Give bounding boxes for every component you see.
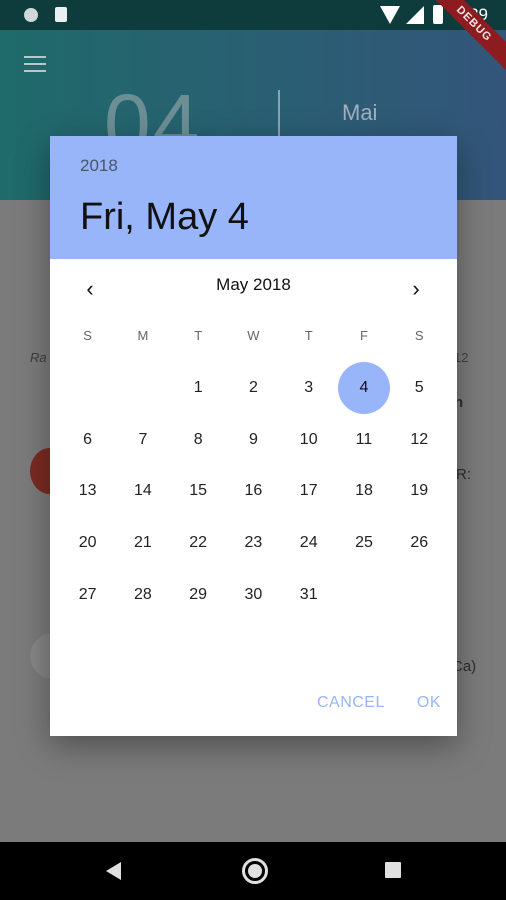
calendar-day[interactable]: 5 <box>392 362 447 414</box>
calendar-day[interactable]: 3 <box>281 362 336 414</box>
ok-button[interactable]: OK <box>401 686 457 722</box>
next-month-button[interactable]: › <box>401 274 431 304</box>
calendar-week-row: 6 7 8 9 10 11 12 <box>60 414 447 466</box>
status-bar: 3:39 <box>0 0 506 30</box>
wifi-icon <box>380 6 400 24</box>
background-month: Mai <box>342 100 378 125</box>
calendar-day[interactable]: 8 <box>171 414 226 466</box>
calendar-day[interactable]: 16 <box>226 465 281 517</box>
calendar-day[interactable]: 28 <box>115 569 170 621</box>
calendar-grid: 1 2 3 4 5 6 7 8 9 10 11 12 13 14 15 16 17 18 19 20 21 22 23 24 2… <box>60 362 447 620</box>
weekday-label: F <box>359 328 368 343</box>
dialog-header: 2018 Fri, May 4 <box>50 136 457 259</box>
menu-icon[interactable] <box>24 56 46 72</box>
calendar-day[interactable]: 11 <box>336 414 391 466</box>
year-selector[interactable]: 2018 <box>80 156 118 176</box>
weekday-header: SMTWTFS <box>60 328 447 343</box>
calendar-day[interactable]: 13 <box>60 465 115 517</box>
notification-icon <box>24 8 38 22</box>
calendar-day[interactable]: 15 <box>171 465 226 517</box>
calendar-week-row: 27 28 29 30 31 <box>60 569 447 621</box>
weekday-label: M <box>137 328 149 343</box>
weekday-label: S <box>414 328 424 343</box>
calendar-day[interactable]: 19 <box>392 465 447 517</box>
calendar-day[interactable]: 9 <box>226 414 281 466</box>
recent-apps-icon[interactable] <box>385 862 401 878</box>
calendar-day-selected[interactable]: 4 <box>336 362 391 414</box>
signal-icon <box>406 6 424 24</box>
selected-date-label: Fri, May 4 <box>80 196 249 238</box>
weekday-label: S <box>83 328 92 343</box>
calendar-day[interactable]: 25 <box>336 517 391 569</box>
calendar-day[interactable]: 24 <box>281 517 336 569</box>
calendar-empty-cell <box>336 569 391 621</box>
calendar-day[interactable]: 14 <box>115 465 170 517</box>
calendar-day[interactable]: 26 <box>392 517 447 569</box>
calendar-day[interactable]: 27 <box>60 569 115 621</box>
calendar-week-row: 12345 <box>60 362 447 414</box>
calendar-day[interactable]: 10 <box>281 414 336 466</box>
calendar-week-row: 13 14 15 16 17 18 19 <box>60 465 447 517</box>
date-picker-dialog: 2018 Fri, May 4 ‹ May 2018 › SMTWTFS 123… <box>50 136 457 736</box>
calendar-day[interactable]: 7 <box>115 414 170 466</box>
calendar-day[interactable]: 2 <box>226 362 281 414</box>
calendar-week-row: 20 21 22 23 24 25 26 <box>60 517 447 569</box>
battery-icon <box>433 5 443 24</box>
chevron-right-icon: › <box>412 276 420 301</box>
weekday-label: T <box>194 328 203 343</box>
calendar-empty-cell <box>115 362 170 414</box>
calendar-day[interactable]: 18 <box>336 465 391 517</box>
calendar-day[interactable]: 29 <box>171 569 226 621</box>
calendar-day[interactable]: 31 <box>281 569 336 621</box>
calendar-day[interactable]: 1 <box>171 362 226 414</box>
month-title: May 2018 <box>216 275 291 294</box>
background-right-text-3: R: <box>456 466 471 483</box>
weekday-label: W <box>247 328 260 343</box>
calendar-day[interactable]: 17 <box>281 465 336 517</box>
calendar-day[interactable]: 30 <box>226 569 281 621</box>
calendar-day[interactable]: 20 <box>60 517 115 569</box>
calendar-day[interactable]: 6 <box>60 414 115 466</box>
calendar-day[interactable]: 21 <box>115 517 170 569</box>
home-icon[interactable] <box>242 858 268 884</box>
cancel-button[interactable]: CANCEL <box>301 686 401 722</box>
background-left-text: Ra <box>30 350 47 365</box>
calendar-empty-cell <box>392 569 447 621</box>
back-icon[interactable] <box>106 862 121 880</box>
weekday-label: T <box>304 328 313 343</box>
calendar-day[interactable]: 23 <box>226 517 281 569</box>
calendar-empty-cell <box>60 362 115 414</box>
calendar-day[interactable]: 12 <box>392 414 447 466</box>
calendar-day[interactable]: 22 <box>171 517 226 569</box>
sd-card-icon <box>55 7 67 22</box>
dialog-actions: CANCEL OK <box>301 686 457 722</box>
